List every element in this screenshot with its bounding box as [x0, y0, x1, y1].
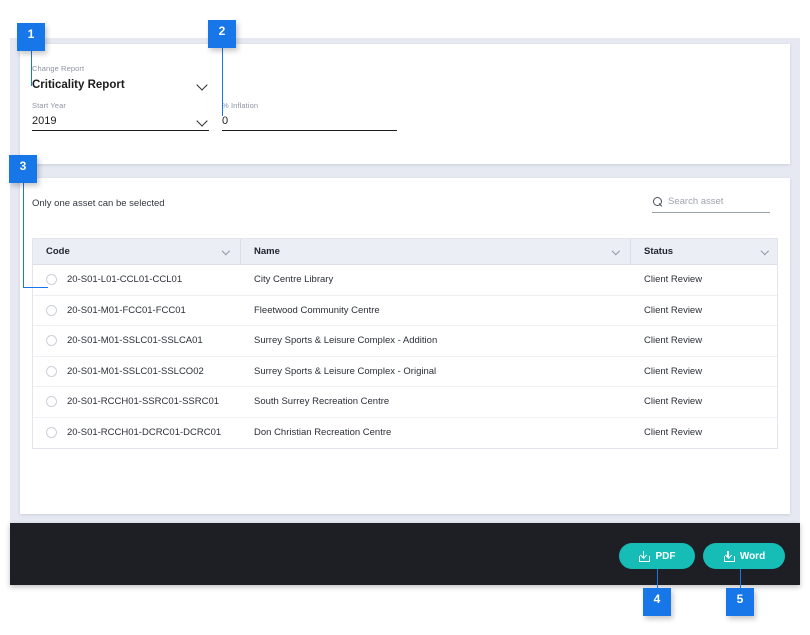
column-header-name-label: Name [254, 246, 280, 257]
search-icon [652, 196, 663, 207]
change-report-label: Change Report [32, 64, 85, 73]
callout-leader-3-vertical [22, 183, 24, 287]
callout-badge-3: 3 [9, 155, 37, 183]
cell-code-text: 20-S01-M01-SSLC01-SSLCO02 [67, 365, 204, 377]
cell-name: South Surrey Recreation Centre [254, 396, 390, 408]
cell-status: Client Review [644, 427, 703, 439]
selection-hint: Only one asset can be selected [32, 198, 165, 209]
cell-code: 20-S01-M01-SSLC01-SSLCA01 [33, 326, 241, 356]
export-icon [639, 550, 651, 562]
cell-name: Surrey Sports & Leisure Complex - Origin… [254, 365, 437, 377]
callout-leader-2 [221, 48, 223, 116]
cell-code-text: 20-S01-M01-SSLC01-SSLCA01 [67, 335, 203, 347]
cell-status: Client Review [644, 274, 703, 286]
table-row[interactable]: 20-S01-M01-SSLC01-SSLCO02 Surrey Sports … [33, 356, 777, 387]
cell-code-text: 20-S01-L01-CCL01-CCL01 [67, 274, 183, 286]
cell-name: Surrey Sports & Leisure Complex - Additi… [254, 335, 438, 347]
change-report-field[interactable]: Change Report Criticality Report [32, 64, 209, 94]
callout-badge-2: 2 [208, 20, 236, 48]
chevron-down-icon[interactable] [195, 114, 209, 128]
cell-code: 20-S01-RCCH01-SSRC01-SSRC01 [33, 387, 241, 417]
callout-badge-4: 4 [643, 588, 671, 616]
column-header-name[interactable]: Name [241, 239, 631, 264]
export-word-label: Word [739, 550, 766, 562]
row-radio-button[interactable] [46, 396, 57, 408]
cell-code: 20-S01-M01-SSLC01-SSLCO02 [33, 357, 241, 387]
column-header-code[interactable]: Code [33, 239, 241, 264]
callout-leader-3-horizontal [22, 286, 48, 288]
row-radio-button[interactable] [46, 335, 57, 347]
column-header-status-label: Status [644, 246, 674, 257]
table-row[interactable]: 20-S01-L01-CCL01-CCL01 City Centre Libra… [33, 265, 777, 296]
cell-code-text: 20-S01-RCCH01-DCRC01-DCRC01 [67, 427, 222, 439]
table-row[interactable]: 20-S01-RCCH01-DCRC01-DCRC01 Don Christia… [33, 417, 777, 449]
cell-code: 20-S01-L01-CCL01-CCL01 [33, 265, 241, 295]
export-word-button[interactable]: Word [703, 543, 785, 569]
cell-name: Fleetwood Community Centre [254, 304, 380, 316]
cell-name: Don Christian Recreation Centre [254, 427, 392, 439]
row-radio-button[interactable] [46, 304, 57, 316]
callout-badge-1: 1 [17, 23, 45, 51]
callout-leader-1 [30, 51, 32, 86]
row-radio-button[interactable] [46, 427, 57, 439]
asset-table: Code Name Status 20-S01-L01-CCL01-CCL01 … [32, 238, 778, 449]
export-icon [723, 550, 735, 562]
row-radio-button[interactable] [46, 274, 57, 286]
table-row[interactable]: 20-S01-M01-SSLC01-SSLCA01 Surrey Sports … [33, 326, 777, 357]
search-placeholder: Search asset [668, 195, 724, 207]
app-root: Change Report Criticality Report Start Y… [0, 0, 810, 635]
cell-code-text: 20-S01-M01-FCC01-FCC01 [67, 304, 186, 316]
chevron-down-icon[interactable] [222, 247, 231, 256]
cell-status: Client Review [644, 365, 703, 377]
chevron-down-icon[interactable] [195, 78, 209, 92]
search-asset-input[interactable]: Search asset [652, 193, 770, 213]
cell-status: Client Review [644, 396, 703, 408]
table-header-row: Code Name Status [33, 239, 777, 265]
cell-code: 20-S01-RCCH01-DCRC01-DCRC01 [33, 418, 241, 449]
inflation-label: % Inflation [222, 101, 259, 110]
chevron-down-icon[interactable] [612, 247, 621, 256]
cell-code-text: 20-S01-RCCH01-SSRC01-SSRC01 [67, 396, 220, 408]
chevron-down-icon[interactable] [761, 247, 770, 256]
start-year-label: Start Year [32, 101, 66, 110]
start-year-value: 2019 [32, 115, 57, 127]
table-row[interactable]: 20-S01-M01-FCC01-FCC01 Fleetwood Communi… [33, 295, 777, 326]
cell-status: Client Review [644, 304, 703, 316]
change-report-value: Criticality Report [32, 79, 125, 91]
column-header-code-label: Code [46, 246, 70, 257]
cell-name: City Centre Library [254, 274, 334, 286]
start-year-field[interactable]: Start Year 2019 [32, 101, 209, 131]
callout-leader-5 [739, 569, 741, 590]
export-pdf-button[interactable]: PDF [619, 543, 695, 569]
cell-code: 20-S01-M01-FCC01-FCC01 [33, 296, 241, 326]
cell-status: Client Review [644, 335, 703, 347]
row-radio-button[interactable] [46, 365, 57, 377]
inflation-value[interactable]: 0 [222, 114, 397, 130]
export-pdf-label: PDF [655, 550, 676, 562]
table-row[interactable]: 20-S01-RCCH01-SSRC01-SSRC01 South Surrey… [33, 387, 777, 418]
column-header-status[interactable]: Status [631, 239, 779, 264]
callout-leader-4 [656, 569, 658, 590]
inflation-field[interactable]: % Inflation 0 [222, 101, 397, 131]
callout-badge-5: 5 [726, 588, 754, 616]
